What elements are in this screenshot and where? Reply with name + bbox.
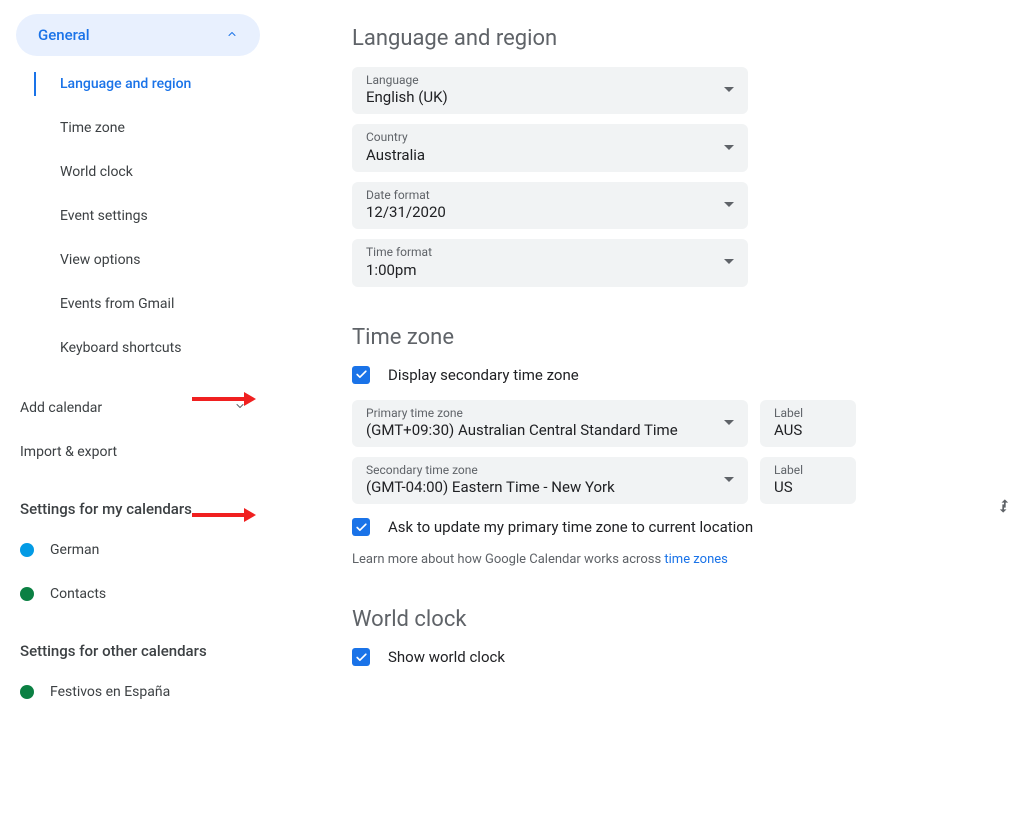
sidebar-item-time-zone[interactable]: Time zone <box>16 106 268 150</box>
chevron-up-icon <box>226 26 238 44</box>
section-world-clock: World clock Show world clock <box>352 607 988 666</box>
time-format-dropdown[interactable]: Time format 1:00pm <box>352 239 748 286</box>
calendar-color-dot <box>20 543 34 557</box>
annotation-arrow-2 <box>192 508 256 522</box>
calendar-item-german[interactable]: German <box>16 528 268 572</box>
sidebar-general-submenu: Language and region Time zone World cloc… <box>16 62 268 370</box>
calendar-color-dot <box>20 587 34 601</box>
show-world-clock-row: Show world clock <box>352 648 988 666</box>
annotation-arrow-1 <box>192 392 256 406</box>
caret-down-icon <box>724 477 734 482</box>
calendar-item-contacts[interactable]: Contacts <box>16 572 268 616</box>
sidebar-section-import-export[interactable]: Import & export <box>16 430 268 474</box>
caret-down-icon <box>724 259 734 264</box>
show-world-clock-label: Show world clock <box>388 648 505 666</box>
primary-timezone-label-field[interactable]: Label AUS <box>760 400 856 447</box>
primary-timezone-dropdown[interactable]: Primary time zone (GMT+09:30) Australian… <box>352 400 748 447</box>
caret-down-icon <box>724 202 734 207</box>
calendar-item-festivos[interactable]: Festivos en España <box>16 670 268 714</box>
display-secondary-label: Display secondary time zone <box>388 366 579 384</box>
sidebar-item-event-settings[interactable]: Event settings <box>16 194 268 238</box>
sidebar-item-world-clock[interactable]: World clock <box>16 150 268 194</box>
section-title-time-zone: Time zone <box>352 325 988 350</box>
sidebar-section-general-label: General <box>38 26 90 44</box>
caret-down-icon <box>724 145 734 150</box>
country-dropdown[interactable]: Country Australia <box>352 124 748 171</box>
caret-down-icon <box>724 420 734 425</box>
swap-timezones-button[interactable] <box>994 496 1014 520</box>
sidebar-section-general[interactable]: General <box>16 14 260 56</box>
settings-main: Language and region Language English (UK… <box>268 0 1024 824</box>
sidebar-item-view-options[interactable]: View options <box>16 238 268 282</box>
section-language-region: Language and region Language English (UK… <box>352 26 988 287</box>
sidebar-heading-other-calendars: Settings for other calendars <box>20 642 268 660</box>
ask-update-checkbox[interactable] <box>352 518 370 536</box>
display-secondary-checkbox[interactable] <box>352 366 370 384</box>
section-title-language-region: Language and region <box>352 26 988 51</box>
timezone-hint-link[interactable]: time zones <box>664 552 727 567</box>
secondary-timezone-dropdown[interactable]: Secondary time zone (GMT-04:00) Eastern … <box>352 457 748 504</box>
secondary-timezone-label-field[interactable]: Label US <box>760 457 856 504</box>
ask-update-row: Ask to update my primary time zone to cu… <box>352 518 988 536</box>
section-time-zone: Time zone Display secondary time zone Pr… <box>352 325 988 568</box>
section-title-world-clock: World clock <box>352 607 988 632</box>
settings-sidebar: General Language and region Time zone Wo… <box>0 0 268 824</box>
show-world-clock-checkbox[interactable] <box>352 648 370 666</box>
language-dropdown[interactable]: Language English (UK) <box>352 67 748 114</box>
timezone-hint: Learn more about how Google Calendar wor… <box>352 552 988 567</box>
calendar-color-dot <box>20 685 34 699</box>
sidebar-item-language-region[interactable]: Language and region <box>16 62 268 106</box>
date-format-dropdown[interactable]: Date format 12/31/2020 <box>352 182 748 229</box>
sidebar-item-events-from-gmail[interactable]: Events from Gmail <box>16 282 268 326</box>
sidebar-item-keyboard-shortcuts[interactable]: Keyboard shortcuts <box>16 326 268 370</box>
caret-down-icon <box>724 87 734 92</box>
ask-update-label: Ask to update my primary time zone to cu… <box>388 518 753 536</box>
display-secondary-row: Display secondary time zone <box>352 366 988 384</box>
